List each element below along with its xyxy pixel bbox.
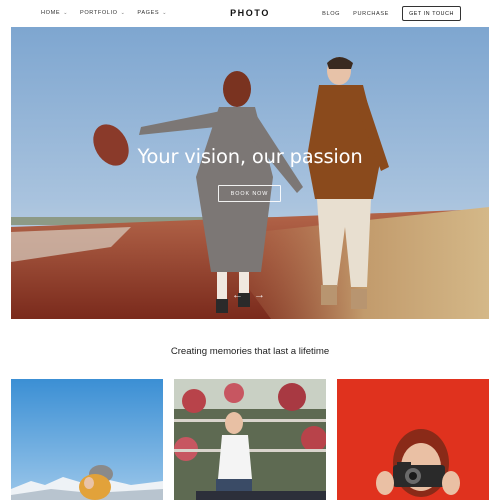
mountain-portrait-image xyxy=(11,379,163,500)
chevron-down-icon: ⌄ xyxy=(162,10,168,16)
flower-garden-image xyxy=(174,379,326,500)
nav-portfolio-label: PORTFOLIO xyxy=(79,10,118,16)
arrow-left-icon[interactable]: ← xyxy=(232,290,243,301)
chevron-down-icon: ⌄ xyxy=(120,10,126,16)
nav-pages-label: PAGES xyxy=(137,10,160,16)
section-heading: Creating memories that last a lifetime xyxy=(170,346,330,357)
book-now-button[interactable]: BOOK NOW xyxy=(218,185,281,202)
hero-slider: Your vision, our passion BOOK NOW ← → xyxy=(11,27,489,319)
hero-title: Your vision, our passion xyxy=(137,145,363,168)
flower-garden-photo[interactable] xyxy=(174,379,326,500)
arrow-right-icon[interactable]: → xyxy=(254,290,265,301)
nav-home-label: HOME xyxy=(41,10,61,16)
nav-portfolio[interactable]: PORTFOLIO ⌄ xyxy=(80,10,125,16)
nav-home[interactable]: HOME ⌄ xyxy=(41,10,68,16)
camera-portrait-image xyxy=(337,379,489,500)
hero-image xyxy=(11,27,489,319)
primary-nav: HOME ⌄ PORTFOLIO ⌄ PAGES ⌄ xyxy=(41,10,167,16)
camera-portrait-photo[interactable] xyxy=(337,379,489,500)
nav-pages[interactable]: PAGES ⌄ xyxy=(137,10,167,16)
get-in-touch-button[interactable]: GET IN TOUCH xyxy=(402,6,461,21)
nav-purchase[interactable]: PURCHASE xyxy=(353,11,389,17)
secondary-nav: BLOG PURCHASE GET IN TOUCH xyxy=(322,6,461,21)
nav-blog[interactable]: BLOG xyxy=(322,11,340,17)
site-header: HOME ⌄ PORTFOLIO ⌄ PAGES ⌄ PHOTO BLOG PU… xyxy=(0,0,500,27)
chevron-down-icon: ⌄ xyxy=(63,10,68,16)
mountain-portrait-photo[interactable] xyxy=(11,379,163,500)
